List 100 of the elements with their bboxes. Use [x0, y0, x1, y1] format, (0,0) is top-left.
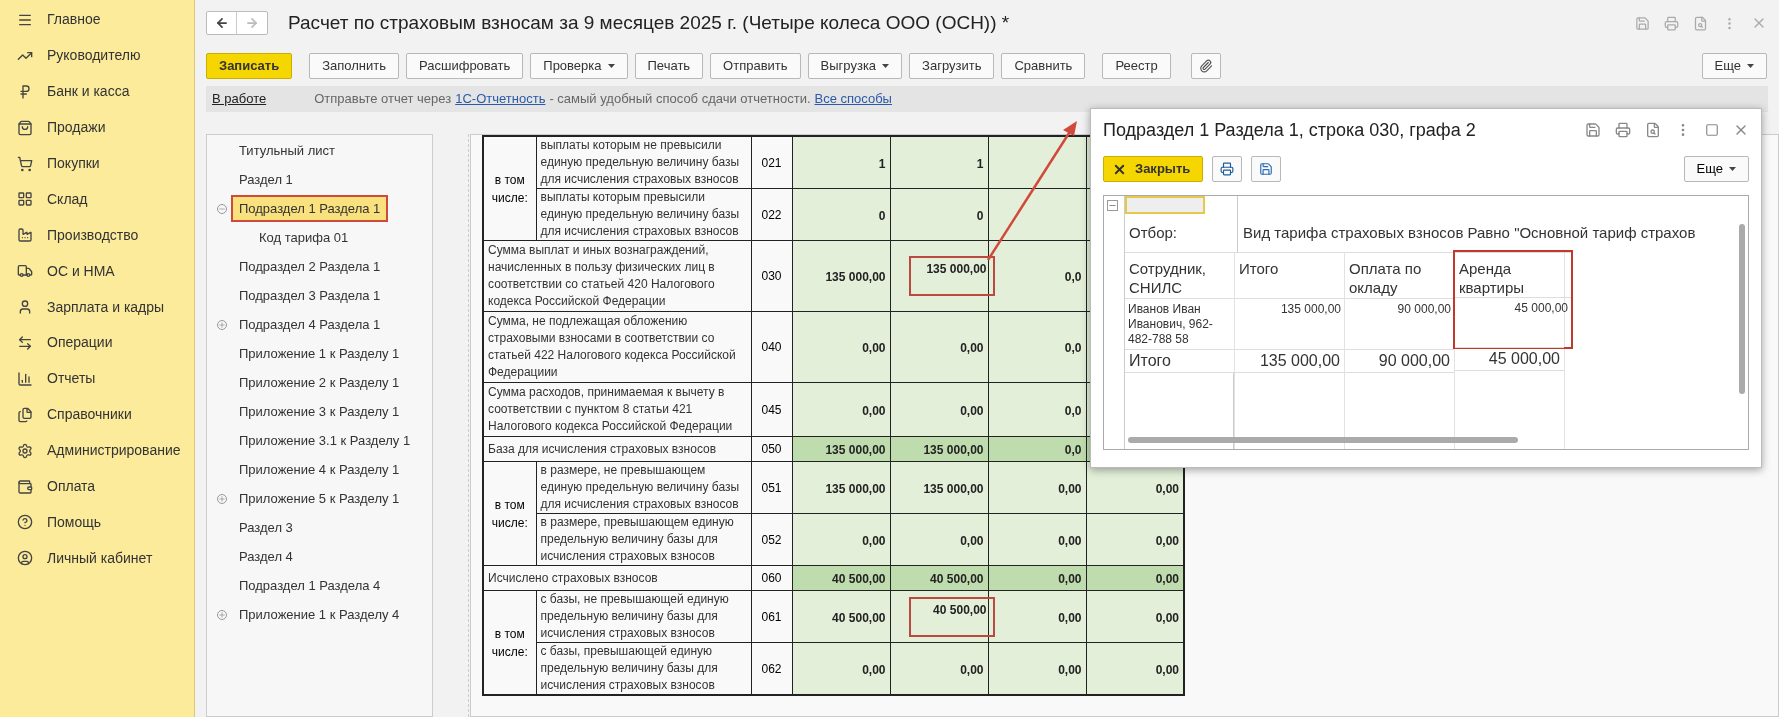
value-cell[interactable]: 0,00 [960, 339, 984, 357]
filter-name-field[interactable] [1125, 196, 1205, 214]
toolbar-button[interactable]: Заполнить [309, 53, 400, 79]
more-button[interactable]: Еще [1701, 53, 1767, 79]
value-cell[interactable]: 0,00 [1155, 660, 1179, 679]
tree-item[interactable]: Подраздел 1 Раздела 4 [231, 572, 389, 599]
attach-button[interactable] [1190, 53, 1221, 79]
tree-item[interactable]: Раздел 4 [231, 543, 301, 570]
value-cell[interactable]: 0,00 [960, 531, 984, 550]
tree-item[interactable]: Приложение 3.1 к Разделу 1 [231, 427, 419, 454]
all-methods-link[interactable]: Все способы [814, 89, 892, 109]
toolbar-button[interactable]: Загрузить [909, 53, 995, 79]
value-cell[interactable]: 0,00 [960, 401, 984, 420]
bar-chart-icon [17, 370, 33, 387]
more-button[interactable]: Еще [1683, 156, 1749, 182]
tree-item[interactable]: Подраздел 2 Раздела 1 [231, 253, 389, 280]
tree-item[interactable]: Подраздел 1 Раздела 1 [231, 195, 389, 222]
value-cell[interactable]: 0,0 [1064, 268, 1082, 286]
sidebar-item[interactable]: Главное [0, 2, 194, 38]
sidebar-item[interactable]: Склад [0, 181, 194, 218]
sidebar-item[interactable]: Отчеты [0, 360, 194, 397]
toolbar-button[interactable]: Реестр [1102, 53, 1171, 79]
sidebar-item[interactable]: Помощь [0, 504, 194, 541]
toolbar-button[interactable]: Сравнить [1001, 53, 1086, 79]
reporting-link[interactable]: 1С-Отчетность [455, 89, 546, 109]
toolbar-button[interactable]: Записать [206, 53, 293, 79]
toolbar-button[interactable]: Отправить [710, 53, 801, 79]
sidebar-item[interactable]: Производство [0, 217, 194, 254]
value-cell[interactable]: 0,00 [862, 401, 886, 420]
tree-item[interactable]: Раздел 1 [231, 166, 301, 193]
value-cell[interactable]: 0,00 [1058, 660, 1082, 679]
value-cell[interactable]: 40 500,00 [832, 608, 886, 627]
toolbar-button[interactable]: Выгрузка [807, 53, 903, 79]
value-cell[interactable]: 0,00 [1155, 531, 1179, 550]
value-cell[interactable]: 0,00 [1155, 570, 1179, 588]
sidebar-item[interactable]: Банк и касса [0, 73, 194, 110]
status-link[interactable]: В работе [212, 89, 267, 109]
horizontal-scrollbar[interactable] [1128, 437, 1518, 443]
value-cell[interactable]: 0,00 [960, 660, 984, 679]
vertical-scrollbar[interactable] [1739, 224, 1745, 394]
sidebar-item[interactable]: Руководителю [0, 37, 194, 74]
tree-item[interactable]: Раздел 3 [231, 514, 301, 541]
save-icon[interactable] [1635, 15, 1650, 31]
tree-item[interactable]: Титульный лист [231, 137, 343, 164]
tree-item[interactable]: Приложение 4 к Разделу 1 [231, 456, 408, 483]
person-icon [17, 299, 33, 316]
tree-item[interactable]: Приложение 1 к Разделу 1 [231, 340, 408, 367]
value-cell[interactable]: 0,00 [1058, 570, 1082, 588]
value-cell[interactable]: 0,00 [862, 660, 886, 679]
tree-item[interactable]: Приложение 1 к Разделу 4 [231, 601, 408, 628]
value-cell[interactable]: 0,00 [1155, 479, 1179, 498]
preview-icon[interactable] [1645, 122, 1661, 138]
value-cell[interactable]: 1 [878, 154, 886, 173]
value-cell[interactable]: 0,0 [1064, 441, 1082, 459]
print-icon[interactable] [1615, 122, 1631, 138]
tree-item[interactable]: Подраздел 4 Раздела 1 [231, 311, 389, 338]
maximize-icon[interactable] [1705, 123, 1719, 137]
value-cell[interactable]: 0,00 [862, 531, 886, 550]
value-cell[interactable]: 135 000,00 [908, 256, 995, 296]
tree-item[interactable]: Код тарифа 01 [251, 224, 357, 251]
value-cell[interactable]: 0,0 [1064, 339, 1082, 357]
tree-item[interactable]: Подраздел 3 Раздела 1 [231, 282, 389, 309]
tree-item[interactable]: Приложение 2 к Разделу 1 [231, 369, 408, 396]
value-cell[interactable]: 0,00 [1058, 608, 1082, 627]
value-cell[interactable]: 0,0 [1064, 401, 1082, 420]
toolbar-button[interactable]: Расшифровать [406, 53, 524, 79]
value-cell[interactable]: 1 [976, 154, 984, 173]
value-cell[interactable]: 0,00 [1155, 608, 1179, 627]
sidebar-item[interactable]: Справочники [0, 396, 194, 433]
sidebar-item[interactable]: Зарплата и кадры [0, 289, 194, 325]
value-cell[interactable]: 0,00 [1058, 531, 1082, 550]
save-button[interactable] [1251, 156, 1281, 182]
report-cell: 45 000,00 [1514, 301, 1568, 316]
value-cell[interactable]: 0,00 [862, 339, 886, 357]
sidebar-item[interactable]: Оплата [0, 468, 194, 505]
expand-toggle-icon[interactable] [217, 319, 227, 330]
print-icon[interactable] [1664, 15, 1679, 31]
value-cell[interactable]: 0 [976, 206, 984, 225]
sidebar-item[interactable]: ОС и НМА [0, 253, 194, 290]
preview-icon[interactable] [1693, 15, 1708, 31]
toolbar-button[interactable]: Проверка [530, 53, 628, 79]
sidebar-item[interactable]: Продажи [0, 109, 194, 146]
sidebar-item[interactable]: Покупки [0, 145, 194, 182]
expand-toggle-icon[interactable] [217, 493, 227, 504]
value-cell[interactable]: 135 000,00 [825, 268, 886, 286]
value-cell[interactable]: 40 500,00 [908, 596, 995, 637]
save-icon[interactable] [1585, 122, 1601, 138]
value-cell[interactable]: 0 [878, 206, 886, 225]
print-button[interactable] [1212, 156, 1242, 182]
value-cell[interactable]: 0,00 [1058, 479, 1082, 498]
close-button[interactable]: Закрыть [1103, 156, 1203, 182]
tree-item[interactable]: Приложение 5 к Разделу 1 [231, 485, 408, 512]
collapse-icon[interactable] [1107, 200, 1118, 211]
sidebar-item[interactable]: Личный кабинет [0, 540, 194, 577]
sidebar-item[interactable]: Операции [0, 325, 194, 361]
expand-toggle-icon[interactable] [217, 609, 227, 620]
line-code: 050 [761, 442, 782, 456]
tree-item[interactable]: Приложение 3 к Разделу 1 [231, 398, 408, 425]
toolbar-button[interactable]: Печать [634, 53, 704, 79]
sidebar-item[interactable]: Администрирование [0, 432, 194, 469]
